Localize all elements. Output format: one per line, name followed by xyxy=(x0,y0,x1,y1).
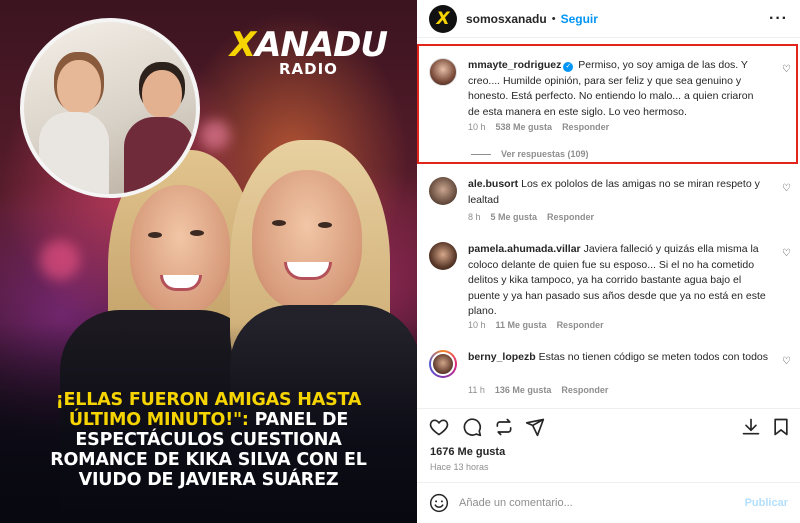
inset-photo-couple xyxy=(20,18,200,198)
comment-meta: 10 h 11 Me gusta Responder xyxy=(468,320,614,330)
download-icon[interactable] xyxy=(741,417,761,437)
account-username[interactable]: somosxanadu xyxy=(466,12,547,26)
commenter-username[interactable]: berny_lopezb xyxy=(468,351,536,363)
commenter-avatar[interactable] xyxy=(429,177,457,205)
reply-button[interactable]: Responder xyxy=(547,212,594,222)
post-action-bar xyxy=(417,408,800,438)
comment-meta: 8 h 5 Me gusta Responder xyxy=(468,212,604,222)
comment-likes[interactable]: 136 Me gusta xyxy=(495,385,552,395)
add-comment-bar: Publicar xyxy=(417,482,800,523)
comment-meta: 10 h 538 Me gusta Responder xyxy=(468,122,619,132)
publish-button[interactable]: Publicar xyxy=(745,497,788,509)
comment-body: mmayte_rodriguez ✓ Permiso, yo soy amiga … xyxy=(468,58,768,120)
post-header: X somosxanadu • Seguir ··· xyxy=(417,0,800,38)
post-headline: ¡Ellas fueron amigas hasta último minuto… xyxy=(30,390,387,490)
post-likes-count[interactable]: 1676 Me gusta xyxy=(430,446,505,458)
view-replies-label: Ver respuestas (109) xyxy=(501,149,589,159)
reply-button[interactable]: Responder xyxy=(561,385,608,395)
view-replies-button[interactable]: Ver respuestas (109) xyxy=(471,149,589,159)
bokeh-light xyxy=(200,120,230,150)
like-icon[interactable] xyxy=(429,417,449,437)
comment-time[interactable]: 10 h xyxy=(468,122,486,132)
more-options-icon[interactable]: ··· xyxy=(769,10,788,28)
post-image[interactable]: XANADU RADIO ¡Ellas fueron amigas hasta … xyxy=(0,0,417,523)
comment-icon[interactable] xyxy=(462,417,482,437)
comment-likes[interactable]: 538 Me gusta xyxy=(496,122,553,132)
save-icon[interactable] xyxy=(771,417,791,437)
comment-likes[interactable]: 5 Me gusta xyxy=(491,212,538,222)
follow-button[interactable]: Seguir xyxy=(561,12,598,26)
comment-time[interactable]: 11 h xyxy=(468,385,485,395)
like-heart-icon[interactable]: ♡ xyxy=(782,183,791,194)
comment-body: ale.busort Los ex pololos de las amigas … xyxy=(468,177,768,208)
header-separator: • xyxy=(551,12,556,25)
like-heart-icon[interactable]: ♡ xyxy=(782,64,791,75)
comment-body: pamela.ahumada.villar Javiera falleció y… xyxy=(468,242,768,320)
share-icon[interactable] xyxy=(525,417,545,437)
comment-body: berny_lopezb Estas no tienen código se m… xyxy=(468,350,768,366)
account-avatar[interactable]: X xyxy=(429,4,457,33)
emoji-icon[interactable] xyxy=(429,493,449,513)
commenter-avatar[interactable] xyxy=(429,58,457,86)
verified-badge-icon: ✓ xyxy=(563,62,574,72)
commenter-avatar[interactable] xyxy=(429,350,457,378)
post-sidebar: X somosxanadu • Seguir ··· mmayte_rodrig… xyxy=(417,0,800,523)
comment-time[interactable]: 10 h xyxy=(468,320,486,330)
comment-meta: 11 h 136 Me gusta Responder xyxy=(468,385,618,395)
comment-input[interactable] xyxy=(459,497,745,509)
post-time-ago[interactable]: Hace 13 horas xyxy=(430,462,489,472)
like-heart-icon[interactable]: ♡ xyxy=(782,248,791,259)
comment-likes[interactable]: 11 Me gusta xyxy=(496,320,547,330)
bokeh-light xyxy=(40,240,80,280)
commenter-username[interactable]: ale.busort xyxy=(468,178,518,190)
logo-brand: XANADU xyxy=(229,25,388,65)
comment-time[interactable]: 8 h xyxy=(468,212,481,222)
repost-icon[interactable] xyxy=(494,417,514,437)
reply-button[interactable]: Responder xyxy=(557,320,604,330)
commenter-username[interactable]: pamela.ahumada.villar xyxy=(468,243,581,255)
xanadu-radio-logo: XANADU RADIO xyxy=(229,25,388,78)
comment-text: Estas no tienen código se meten todos co… xyxy=(538,351,769,363)
reply-button[interactable]: Responder xyxy=(562,122,609,132)
commenter-avatar[interactable] xyxy=(429,242,457,270)
like-heart-icon[interactable]: ♡ xyxy=(782,356,791,367)
commenter-username[interactable]: mmayte_rodriguez xyxy=(468,59,561,71)
